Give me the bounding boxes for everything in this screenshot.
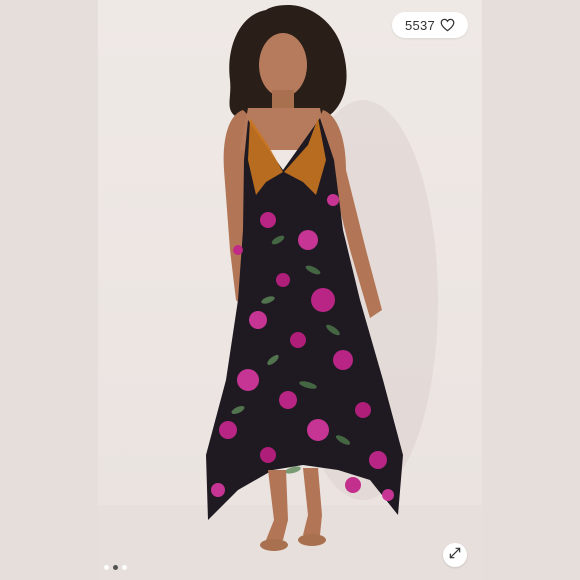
like-count: 5537: [404, 17, 436, 33]
left-backdrop: [0, 0, 98, 580]
image-pager: [104, 565, 127, 570]
heart-outline-icon: [440, 18, 455, 32]
like-button[interactable]: 5537: [392, 12, 468, 38]
pager-dot-2-active[interactable]: [113, 565, 118, 570]
pager-dot-1[interactable]: [104, 565, 109, 570]
product-photo[interactable]: [98, 0, 482, 580]
expand-button[interactable]: [443, 543, 467, 567]
right-backdrop: [482, 0, 580, 580]
pager-dot-3[interactable]: [122, 565, 127, 570]
expand-arrows-icon: [448, 546, 462, 565]
product-image-viewer: 5537: [0, 0, 580, 580]
model-illustration: [98, 5, 482, 580]
